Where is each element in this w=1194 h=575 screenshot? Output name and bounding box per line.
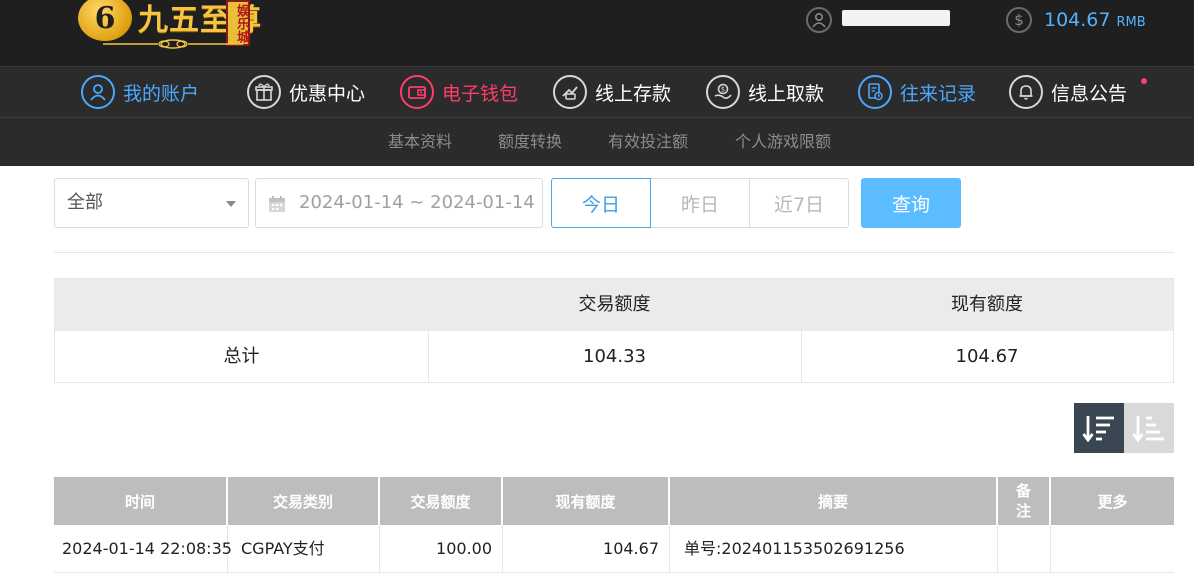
nav-label: 线上存款 (595, 82, 672, 105)
main-nav: 我的账户 优惠中心 电子钱包 线上存款 $ 线上取款 往来记录 信息公告 (0, 66, 1194, 118)
nav-online-withdraw[interactable]: $ 线上取款 (706, 67, 824, 117)
col-note: 备注 (998, 477, 1051, 525)
cell-time: 2024-01-14 22:08:35 (54, 525, 232, 573)
nav-announcements[interactable]: 信息公告 (1009, 67, 1127, 117)
svg-text:$: $ (721, 86, 725, 94)
col-amount: 交易额度 (380, 477, 503, 525)
balance-info: $ 104.67 RMB (1006, 6, 1146, 34)
sub-nav: 基本资料 额度转换 有效投注额 个人游戏限额 (0, 118, 1194, 166)
user-icon (806, 7, 832, 33)
yesterday-button[interactable]: 昨日 (651, 178, 750, 228)
nav-label: 我的账户 (123, 82, 200, 105)
summary-table: 交易额度 现有额度 总计 104.33 104.67 (54, 278, 1174, 383)
sort-descending-button[interactable] (1074, 403, 1124, 453)
nav-label: 优惠中心 (289, 82, 366, 105)
col-time: 时间 (54, 477, 228, 525)
gift-icon (247, 75, 281, 109)
calendar-icon (269, 196, 285, 212)
today-button[interactable]: 今日 (551, 178, 651, 228)
user-info[interactable] (806, 6, 950, 34)
wallet-icon (400, 75, 434, 109)
summary-header-trade: 交易额度 (578, 294, 651, 315)
balance-currency: RMB (1116, 14, 1146, 30)
nav-label: 信息公告 (1051, 82, 1128, 105)
date-range-picker[interactable]: 2024-01-14 ~ 2024-01-14 (255, 178, 543, 228)
top-bar: 6 九五至尊 娱乐城 $ 104.67 RMB (0, 0, 1194, 66)
logo-ornament (103, 39, 243, 49)
summary-current-amount: 104.67 (955, 346, 1019, 367)
cell-amount: 100.00 (380, 525, 503, 573)
subnav-game-limits[interactable]: 个人游戏限额 (735, 118, 831, 166)
summary-trade-amount: 104.33 (583, 346, 646, 367)
balance-value: 104.67 (1044, 9, 1111, 31)
logo-badge: 6 (78, 0, 132, 41)
sort-descending-icon (1082, 416, 1114, 443)
col-type: 交易类别 (228, 477, 380, 525)
summary-header-blank (55, 279, 428, 331)
table-row: 2024-01-14 22:08:35 CGPAY支付 100.00 104.6… (54, 525, 1174, 573)
date-range-value: 2024-01-14 ~ 2024-01-14 (299, 192, 535, 213)
nav-my-account[interactable]: 我的账户 (81, 67, 199, 117)
bell-icon (1009, 75, 1043, 109)
username-redacted (842, 10, 950, 26)
cell-type: CGPAY支付 (228, 525, 380, 573)
notification-dot (1141, 78, 1147, 84)
summary-header-current: 现有额度 (951, 294, 1023, 315)
quick-date-group: 今日 昨日 近7日 (551, 178, 849, 228)
nav-label: 线上取款 (748, 82, 825, 105)
subnav-valid-bets[interactable]: 有效投注额 (608, 118, 688, 166)
sort-ascending-icon (1132, 416, 1164, 443)
summary-total-label: 总计 (223, 346, 260, 367)
nav-label: 电子钱包 (442, 82, 519, 105)
col-more: 更多 (1097, 492, 1128, 511)
cell-note (998, 525, 1051, 573)
nav-e-wallet[interactable]: 电子钱包 (400, 67, 518, 117)
nav-promotions[interactable]: 优惠中心 (247, 67, 365, 117)
cell-summary: 单号:202401153502691256 (670, 525, 998, 573)
nav-label: 往来记录 (900, 82, 977, 105)
nav-online-deposit[interactable]: 线上存款 (553, 67, 671, 117)
subnav-transfer[interactable]: 额度转换 (498, 118, 562, 166)
last-7-days-button[interactable]: 近7日 (750, 178, 849, 228)
nav-records[interactable]: 往来记录 (858, 67, 976, 117)
deposit-icon (553, 75, 587, 109)
chevron-down-icon (226, 201, 236, 207)
cell-more[interactable] (1051, 525, 1174, 573)
col-balance: 现有额度 (503, 477, 670, 525)
records-icon (858, 75, 892, 109)
sort-ascending-button[interactable] (1124, 403, 1174, 453)
query-button[interactable]: 查询 (861, 178, 961, 228)
type-select[interactable]: 全部 (54, 178, 249, 228)
table-header: 时间 交易类别 交易额度 现有额度 摘要 备注 更多 (54, 477, 1174, 525)
user-icon (81, 75, 115, 109)
col-summary: 摘要 (670, 477, 998, 525)
logo-badge-glyph: 6 (94, 0, 116, 36)
summary-row: 总计 104.33 104.67 (55, 331, 1173, 383)
divider (54, 252, 1174, 253)
dollar-icon: $ (1006, 7, 1032, 33)
summary-header: 交易额度 现有额度 (55, 279, 1173, 331)
type-select-value: 全部 (67, 192, 103, 213)
cell-balance: 104.67 (503, 525, 670, 573)
subnav-basic-info[interactable]: 基本资料 (388, 118, 452, 166)
withdraw-icon: $ (706, 75, 740, 109)
